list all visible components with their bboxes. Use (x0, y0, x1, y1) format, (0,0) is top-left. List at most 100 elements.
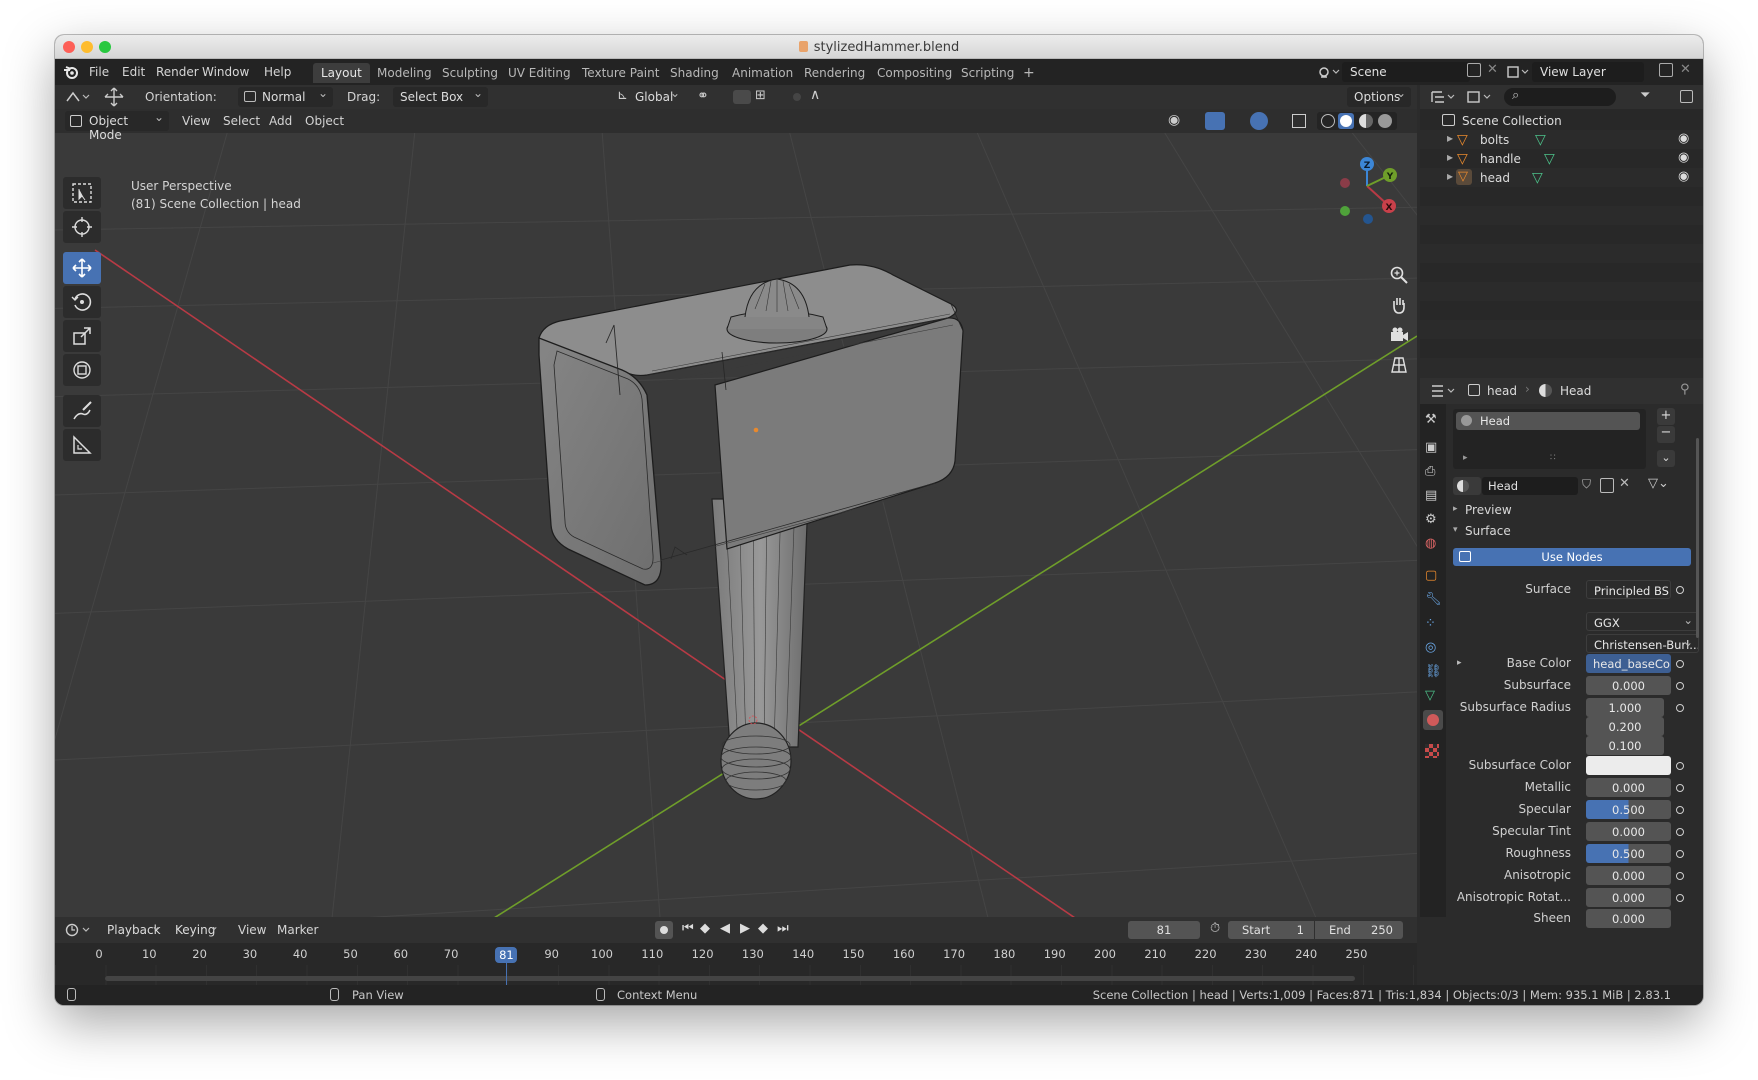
pivot-point-icon[interactable]: ⚭ (697, 88, 709, 104)
hammer-mesh[interactable] (538, 264, 964, 800)
subsurface-method-dropdown[interactable]: Christensen-Burl... ⌄ (1586, 634, 1699, 653)
outliner-editor-type-icon[interactable] (1430, 90, 1456, 104)
roughness-slider[interactable]: 0.500 (1586, 844, 1671, 863)
select-box-tool[interactable] (63, 177, 101, 209)
orientation-dropdown[interactable]: Normal (238, 86, 333, 107)
properties-scrollbar[interactable] (1696, 438, 1699, 638)
tab-texture-paint[interactable]: Texture Paint (574, 63, 667, 83)
editor-type-icon[interactable] (65, 90, 91, 104)
prev-keyframe-icon[interactable]: ◆ (700, 921, 710, 936)
surface-shader-field[interactable]: Principled BSDF (1586, 580, 1671, 599)
slot-specials-icon[interactable]: ⌄ (1657, 450, 1675, 467)
expand-arrow-icon[interactable]: ▸ (1447, 169, 1453, 183)
properties-editor-type-icon[interactable] (1430, 384, 1456, 398)
ortho-toggle-button[interactable] (1385, 351, 1413, 379)
jump-start-icon[interactable]: ⏮ (682, 921, 694, 936)
rotate-tool[interactable] (63, 286, 101, 318)
fake-user-icon[interactable]: ⛉ (1582, 477, 1598, 495)
output-tab-icon[interactable]: ⎙ (1425, 464, 1441, 480)
subsurface-radius-x-field[interactable]: 1.000 (1586, 698, 1664, 717)
breadcrumb-material[interactable]: Head (1560, 384, 1591, 398)
viewport-menu-select[interactable]: Select (223, 114, 260, 128)
tab-animation[interactable]: Animation (724, 63, 801, 83)
tool-tab-icon[interactable]: ⚒ (1425, 412, 1441, 428)
subsurface-radius-y-field[interactable]: 0.200 (1586, 717, 1664, 736)
proportional-editing-icon[interactable] (790, 90, 804, 104)
cursor-tool[interactable] (63, 211, 101, 243)
socket-link-icon[interactable] (1676, 704, 1684, 712)
base-color-texture-field[interactable]: head_baseColo... (1586, 654, 1671, 673)
options-dropdown[interactable]: Options (1347, 86, 1411, 107)
snap-toggle-icon[interactable] (733, 90, 751, 104)
rendered-shading-icon[interactable] (1378, 114, 1392, 128)
browse-material-icon[interactable] (1453, 477, 1481, 495)
surface-collapse-icon[interactable]: ▾ (1453, 525, 1458, 535)
mode-dropdown[interactable]: Object Mode (65, 110, 169, 142)
pan-view-button[interactable] (1385, 291, 1413, 319)
expand-arrow-icon[interactable]: ▸ (1447, 131, 1453, 145)
list-expand-icon[interactable]: ▸ (1463, 453, 1468, 463)
visibility-icon[interactable]: ◉ (1168, 112, 1180, 128)
duplicate-material-icon[interactable] (1600, 478, 1614, 493)
menu-file[interactable]: File (89, 65, 109, 79)
object-tab-icon[interactable]: ▢ (1425, 568, 1441, 584)
anisotropic-field[interactable]: 0.000 (1586, 866, 1671, 885)
visibility-eye-icon[interactable]: ◉ (1678, 131, 1689, 146)
visibility-eye-icon[interactable]: ◉ (1678, 150, 1689, 165)
drag-dropdown[interactable]: Select Box (393, 86, 488, 107)
add-workspace-icon[interactable]: + (1015, 62, 1043, 82)
viewport-menu-view[interactable]: View (182, 114, 210, 128)
record-button[interactable] (655, 921, 673, 939)
measure-tool[interactable] (63, 429, 101, 461)
new-view-layer-icon[interactable] (1659, 63, 1673, 77)
zoom-view-button[interactable] (1385, 261, 1413, 289)
socket-link-icon[interactable] (1676, 850, 1684, 858)
physics-tab-icon[interactable]: ◎ (1425, 640, 1441, 656)
current-frame-field[interactable]: 81 (1128, 921, 1200, 939)
material-slot-item[interactable]: Head (1456, 412, 1640, 430)
view-layer-field[interactable]: View Layer (1532, 62, 1644, 82)
display-mode-icon[interactable] (1466, 90, 1492, 104)
start-frame-field[interactable]: Start 1 (1228, 921, 1314, 939)
viewport-menu-add[interactable]: Add (269, 114, 292, 128)
socket-link-icon[interactable] (1676, 784, 1684, 792)
play-reverse-icon[interactable]: ◀ (720, 921, 730, 936)
timeline-menu-view[interactable]: View (238, 923, 266, 937)
socket-link-icon[interactable] (1676, 828, 1684, 836)
filter-icon[interactable]: ⏷ (1640, 88, 1650, 103)
socket-link-icon[interactable] (1676, 660, 1684, 668)
playback-menu[interactable]: Playback (100, 919, 166, 940)
menu-help[interactable]: Help (264, 65, 291, 79)
surface-panel-header[interactable]: Surface (1465, 524, 1511, 538)
subsurface-color-swatch[interactable] (1586, 756, 1671, 775)
scene-name-field[interactable]: Scene (1342, 62, 1470, 82)
outliner-row-handle[interactable]: ▸ ▽ handle ▽ ◉ (1420, 149, 1703, 168)
timeline-scrollbar[interactable] (105, 976, 1355, 981)
list-resize-handle-icon[interactable]: ∷ (1550, 453, 1556, 463)
xray-toggle-icon[interactable] (1292, 114, 1306, 128)
snap-target-icon[interactable]: ⊞ (755, 88, 766, 103)
world-tab-icon[interactable]: ◍ (1425, 536, 1441, 552)
socket-link-icon[interactable] (1676, 586, 1684, 594)
material-tab-icon[interactable] (1423, 710, 1443, 730)
timeline-editor-type-icon[interactable] (65, 923, 91, 937)
new-collection-icon[interactable] (1680, 90, 1693, 103)
gizmo-toggle-icon[interactable] (1205, 112, 1225, 130)
menu-render[interactable]: Render (156, 65, 199, 79)
specular-slider[interactable]: 0.500 (1586, 800, 1671, 819)
tab-modeling[interactable]: Modeling (369, 63, 440, 83)
outliner-row-scene-collection[interactable]: Scene Collection (1420, 111, 1703, 130)
proportional-falloff-icon[interactable]: ∧ (810, 87, 820, 103)
render-tab-icon[interactable]: ▣ (1425, 440, 1441, 456)
mesh-data-icon[interactable]: ▽ (1544, 151, 1555, 167)
tab-rendering[interactable]: Rendering (796, 63, 873, 83)
constraints-tab-icon[interactable]: ⛓︎ (1425, 664, 1442, 680)
socket-link-icon[interactable] (1676, 872, 1684, 880)
wireframe-shading-icon[interactable] (1321, 114, 1335, 128)
mesh-data-icon[interactable]: ▽ (1532, 170, 1543, 186)
unlink-material-icon[interactable]: ✕ (1619, 476, 1630, 491)
blender-logo-icon[interactable] (63, 64, 79, 80)
tab-scripting[interactable]: Scripting (953, 63, 1022, 83)
play-icon[interactable]: ▶ (740, 921, 750, 936)
anisotropic-rotation-field[interactable]: 0.000 (1586, 888, 1671, 907)
